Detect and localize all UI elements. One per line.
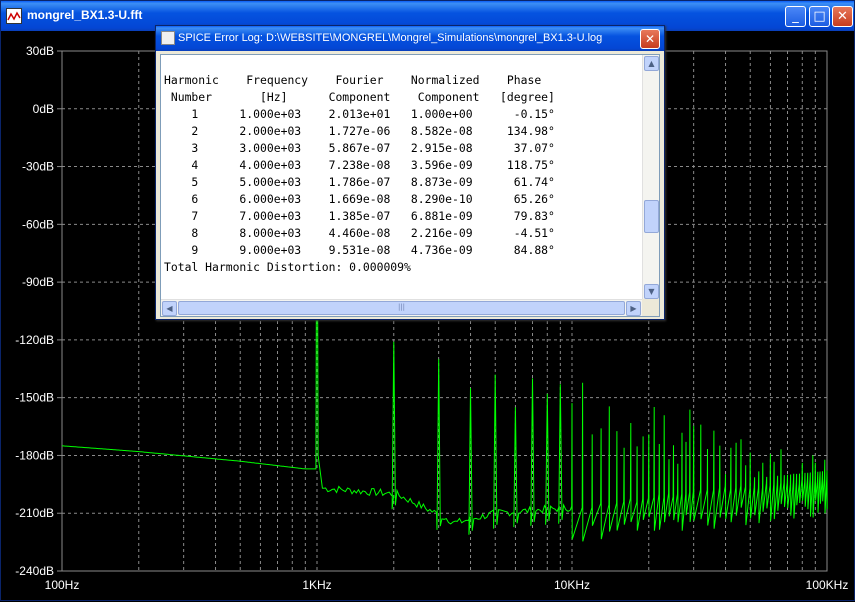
dialog-titlebar[interactable]: SPICE Error Log: D:\WEBSITE\MONGREL\Mong… [156,26,664,51]
y-tick-label: -210dB [15,506,54,520]
x-tick-label: 10KHz [554,578,590,592]
y-tick-label: -180dB [15,448,54,462]
log-content: Harmonic Frequency Fourier Normalized Ph… [164,73,555,274]
vertical-scrollbar[interactable]: ▲ ▼ [642,55,659,300]
vertical-scroll-thumb[interactable] [644,200,659,233]
y-tick-label: -90dB [22,275,54,289]
y-tick-label: 30dB [26,44,54,58]
scroll-up-button[interactable]: ▲ [644,56,659,71]
dialog-title: SPICE Error Log: D:\WEBSITE\MONGREL\Mong… [178,32,603,44]
window-title: mongrel_BX1.3-U.fft [27,8,143,22]
log-window-icon [161,31,175,45]
minimize-button[interactable]: _ [785,6,806,27]
waveform-app-icon [6,8,22,24]
dialog-close-button[interactable]: ✕ [640,29,660,49]
close-button[interactable]: ✕ [832,6,853,27]
scroll-right-button[interactable]: ▶ [626,301,641,316]
x-tick-label: 100KHz [806,578,849,592]
y-tick-label: -240dB [15,564,54,578]
y-tick-label: -30dB [22,160,54,174]
y-tick-label: 0dB [33,102,54,116]
maximize-button[interactable]: □ [809,6,830,27]
x-tick-label: 1KHz [302,578,331,592]
scrollbar-corner [642,299,659,316]
horizontal-scroll-thumb[interactable]: ||| [178,301,625,315]
log-text-area[interactable]: Harmonic Frequency Fourier Normalized Ph… [160,54,660,317]
scroll-left-button[interactable]: ◀ [162,301,177,316]
y-tick-label: -60dB [22,217,54,231]
spice-error-log-dialog: SPICE Error Log: D:\WEBSITE\MONGREL\Mong… [155,25,665,320]
y-tick-label: -150dB [15,391,54,405]
y-tick-label: -120dB [15,333,54,347]
scroll-down-button[interactable]: ▼ [644,284,659,299]
horizontal-scrollbar[interactable]: ◀ ||| ▶ [161,299,642,316]
x-tick-label: 100Hz [45,578,80,592]
